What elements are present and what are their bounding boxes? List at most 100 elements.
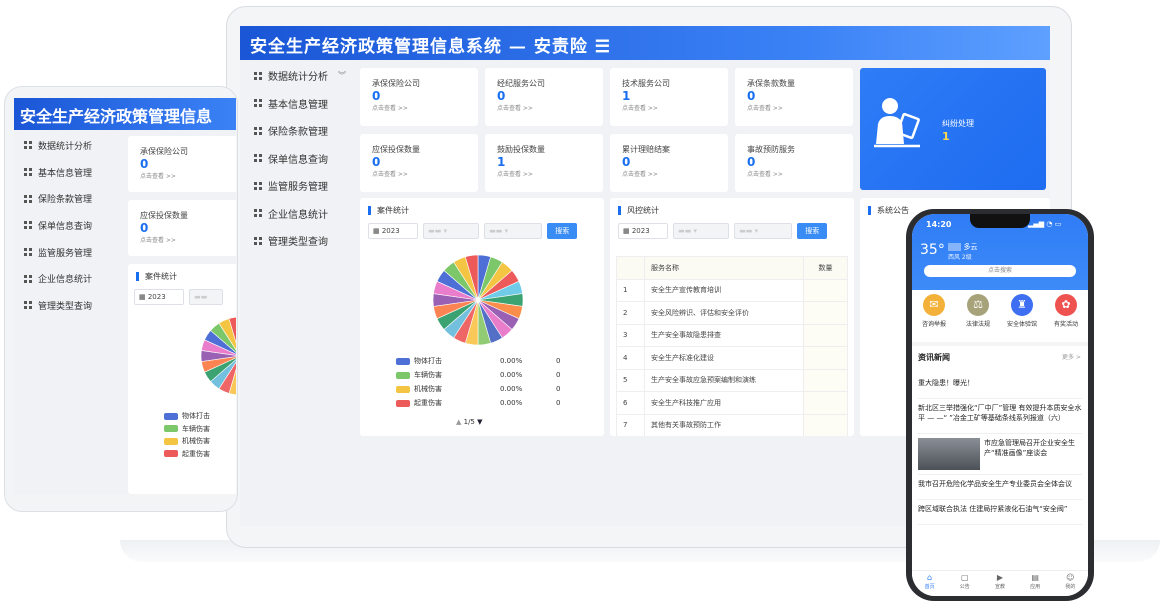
case-statistics-panel: 案件统计 ▦ 2023 ▬▬ 物体打击 车辆伤害 机械伤害 起重伤害	[128, 264, 236, 494]
year-select[interactable]: ▦ 2023	[618, 223, 668, 239]
search-button[interactable]: 搜索	[547, 223, 578, 239]
news-item[interactable]: 重大隐患！曝光！	[918, 374, 1082, 399]
more-link[interactable]: 更多 >	[1062, 352, 1081, 361]
stat-card[interactable]: 应保投保数量 0 点击查看 >>	[360, 134, 478, 192]
view-more-link[interactable]: 点击查看 >>	[497, 103, 591, 112]
legend-label: 起重伤害	[182, 449, 210, 458]
news-text: 我市召开危险化学品安全生产专业委员会全体会议	[918, 479, 1072, 495]
legend-percent: 0.00%	[500, 399, 523, 407]
sidebar-item[interactable]: 保单信息查询	[14, 212, 122, 239]
quick-icon: ⚖	[967, 294, 989, 316]
table-row[interactable]: 2 安全风险辨识、评估和安全评价	[616, 301, 848, 325]
sidebar-item-label: 管理类型查询	[38, 301, 93, 312]
service-name: 安全风险辨识、评估和安全评价	[644, 301, 804, 325]
sidebar-item[interactable]: 保险条款管理	[14, 185, 122, 212]
stat-value: 0	[747, 89, 756, 103]
sidebar-item[interactable]: 企业信息统计	[14, 265, 122, 292]
stat-card[interactable]: 经纪服务公司 0 点击查看 >>	[485, 68, 603, 126]
news-item[interactable]: 新北区三举措强化“厂中厂”管理 有效提升本质安全水平 — —“ ”冶金工矿等基础…	[918, 399, 1082, 434]
news-item[interactable]: 跨区域联合执法 住建局拧紧液化石油气“安全阀”	[918, 500, 1082, 525]
service-count	[803, 346, 848, 370]
sidebar-item-label: 基本信息管理	[268, 99, 328, 111]
table-row[interactable]: 7 其他有关事故预防工作	[616, 413, 848, 436]
legend-percent: 0.00%	[500, 371, 523, 379]
view-more-link[interactable]: 点击查看 >>	[622, 169, 716, 178]
news-item[interactable]: 我市召开危险化学品安全生产专业委员会全体会议	[918, 475, 1082, 500]
row-number: 5	[616, 368, 645, 392]
table-row[interactable]: 4 安全生产标准化建设	[616, 346, 848, 370]
quick-access-item[interactable]: ✉ 咨询举报	[914, 294, 954, 334]
filter-select[interactable]: ▬▬ ▾	[673, 223, 730, 239]
service-count	[803, 368, 848, 392]
filter-select[interactable]: ▬▬ ▾	[734, 223, 793, 239]
news-item[interactable]: 市应急管理局召开企业安全生产“精准画像”座谈会	[918, 434, 1082, 475]
filter-select[interactable]: ▬▬	[189, 289, 224, 305]
stat-card[interactable]: 承保保险公司 0 点击查看 >>	[360, 68, 478, 126]
view-more-link[interactable]: 点击查看 >>	[747, 169, 841, 178]
dispute-card[interactable]: 纠纷处理 1	[860, 68, 1046, 190]
year-select[interactable]: ▦ 2023	[368, 223, 418, 239]
view-more-link[interactable]: 点击查看 >>	[747, 103, 841, 112]
stat-card[interactable]: 鼓励投保数量 1 点击查看 >>	[485, 134, 603, 192]
dispute-title: 纠纷处理	[942, 119, 974, 128]
legend-item: 起重伤害 0.00% 0	[396, 396, 576, 410]
tab-item[interactable]: ▶ 宣教	[995, 573, 1005, 596]
sidebar-item[interactable]: 企业信息统计	[240, 200, 354, 228]
filter-select[interactable]: ▬▬ ▾	[423, 223, 480, 239]
sidebar-item[interactable]: 基本信息管理	[240, 90, 354, 118]
quick-access-item[interactable]: ♜ 安全体验馆	[1002, 294, 1042, 334]
tab-item[interactable]: ⌂ 首页	[925, 573, 935, 596]
tab-item[interactable]: ☺ 我的	[1065, 573, 1075, 596]
sidebar-item[interactable]: 保险条款管理	[240, 117, 354, 145]
table-row[interactable]: 1 安全生产宣传教育培训	[616, 278, 848, 302]
stat-title: 承保保险公司	[372, 79, 420, 88]
stat-card[interactable]: 事故预防服务 0 点击查看 >>	[735, 134, 853, 192]
view-more-link[interactable]: 点击查看 >>	[140, 235, 226, 244]
stat-card[interactable]: 技术服务公司 1 点击查看 >>	[610, 68, 728, 126]
stat-card[interactable]: 承保条款数量 0 点击查看 >>	[735, 68, 853, 126]
legend-label: 车辆伤害	[182, 424, 210, 433]
view-more-link[interactable]: 点击查看 >>	[497, 169, 591, 178]
quick-access-item[interactable]: ✿ 有奖活动	[1046, 294, 1086, 334]
stat-card[interactable]: 应保投保数量 0 点击查看 >>	[128, 200, 236, 256]
view-more-link[interactable]: 点击查看 >>	[372, 169, 466, 178]
stat-title: 事故预防服务	[747, 145, 795, 154]
sidebar-item[interactable]: 数据统计分析 ︾	[240, 62, 354, 90]
view-more-link[interactable]: 点击查看 >>	[372, 103, 466, 112]
grid-icon	[254, 99, 262, 108]
filter-select[interactable]: ▬▬ ▾	[484, 223, 543, 239]
stat-title: 经纪服务公司	[497, 79, 545, 88]
legend-pager[interactable]: ▲ 1/5 ▼	[456, 418, 483, 426]
news-date	[918, 423, 1082, 429]
search-button[interactable]: 搜索	[797, 223, 828, 239]
quick-access-item[interactable]: ⚖ 法律法规	[958, 294, 998, 334]
sidebar-item[interactable]: 监管服务管理	[240, 172, 354, 200]
legend-label: 物体打击	[182, 412, 210, 421]
tab-item[interactable]: ▤ 应用	[1030, 573, 1040, 596]
year-select[interactable]: ▦ 2023	[134, 289, 184, 305]
sidebar-item[interactable]: 管理类型查询	[240, 227, 354, 255]
tab-icon: ⌂	[927, 573, 933, 582]
legend-swatch	[396, 357, 410, 365]
sidebar-item[interactable]: 管理类型查询	[14, 292, 122, 319]
search-input[interactable]: 点击搜索	[924, 265, 1076, 277]
table-row[interactable]: 5 生产安全事故应急预案编制和演练	[616, 368, 848, 392]
sidebar-item-label: 保险条款管理	[38, 195, 93, 206]
table-row[interactable]: 6 安全生产科技推广应用	[616, 391, 848, 415]
view-more-link[interactable]: 点击查看 >>	[140, 171, 226, 180]
legend-label: 车辆伤害	[414, 371, 442, 379]
table-row[interactable]: 3 生产安全事故隐患排查	[616, 323, 848, 347]
stat-card[interactable]: 承保保险公司 0 点击查看 >>	[128, 136, 236, 192]
legend-swatch	[396, 385, 410, 393]
sidebar-item[interactable]: 监管服务管理	[14, 239, 122, 266]
legend-count: 0	[556, 371, 561, 379]
sidebar-item[interactable]: 基本信息管理	[14, 159, 122, 186]
sidebar-item-label: 企业信息统计	[268, 209, 328, 221]
sidebar-item[interactable]: 保单信息查询	[240, 145, 354, 173]
view-more-link[interactable]: 点击查看 >>	[622, 103, 716, 112]
sidebar-item[interactable]: 数据统计分析	[14, 132, 122, 159]
status-icons: ▂▄▆ ◔ ▭	[1028, 220, 1062, 228]
stat-value: 0	[372, 89, 381, 103]
tab-item[interactable]: ▢ 公告	[960, 573, 970, 596]
stat-card[interactable]: 累计理赔结案 0 点击查看 >>	[610, 134, 728, 192]
